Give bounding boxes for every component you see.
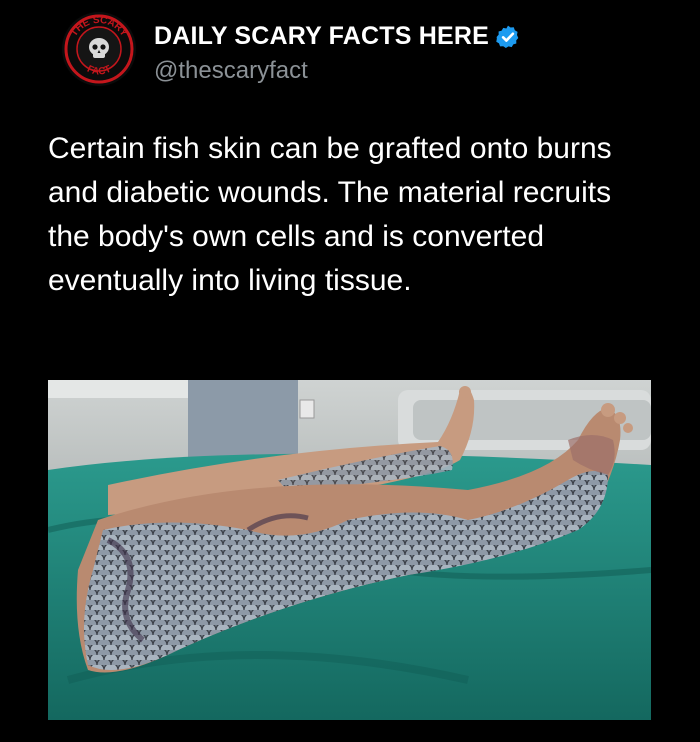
name-row: DAILY SCARY FACTS HERE [154,22,521,51]
the-scary-fact-logo-icon: THE SCARY FACT [62,12,136,86]
verified-badge-icon [495,24,521,50]
display-name[interactable]: DAILY SCARY FACTS HERE [154,22,489,51]
avatar[interactable]: THE SCARY FACT [60,10,138,88]
account-handle[interactable]: @thescaryfact [154,57,308,85]
tweet-text: Certain fish skin can be grafted onto bu… [48,132,612,297]
fish-skin-graft-legs-photo [48,380,651,720]
tweet-header: THE SCARY FACT DAILY SCARY FACTS HERE @t… [60,10,680,90]
tweet-media-image[interactable] [48,380,651,720]
